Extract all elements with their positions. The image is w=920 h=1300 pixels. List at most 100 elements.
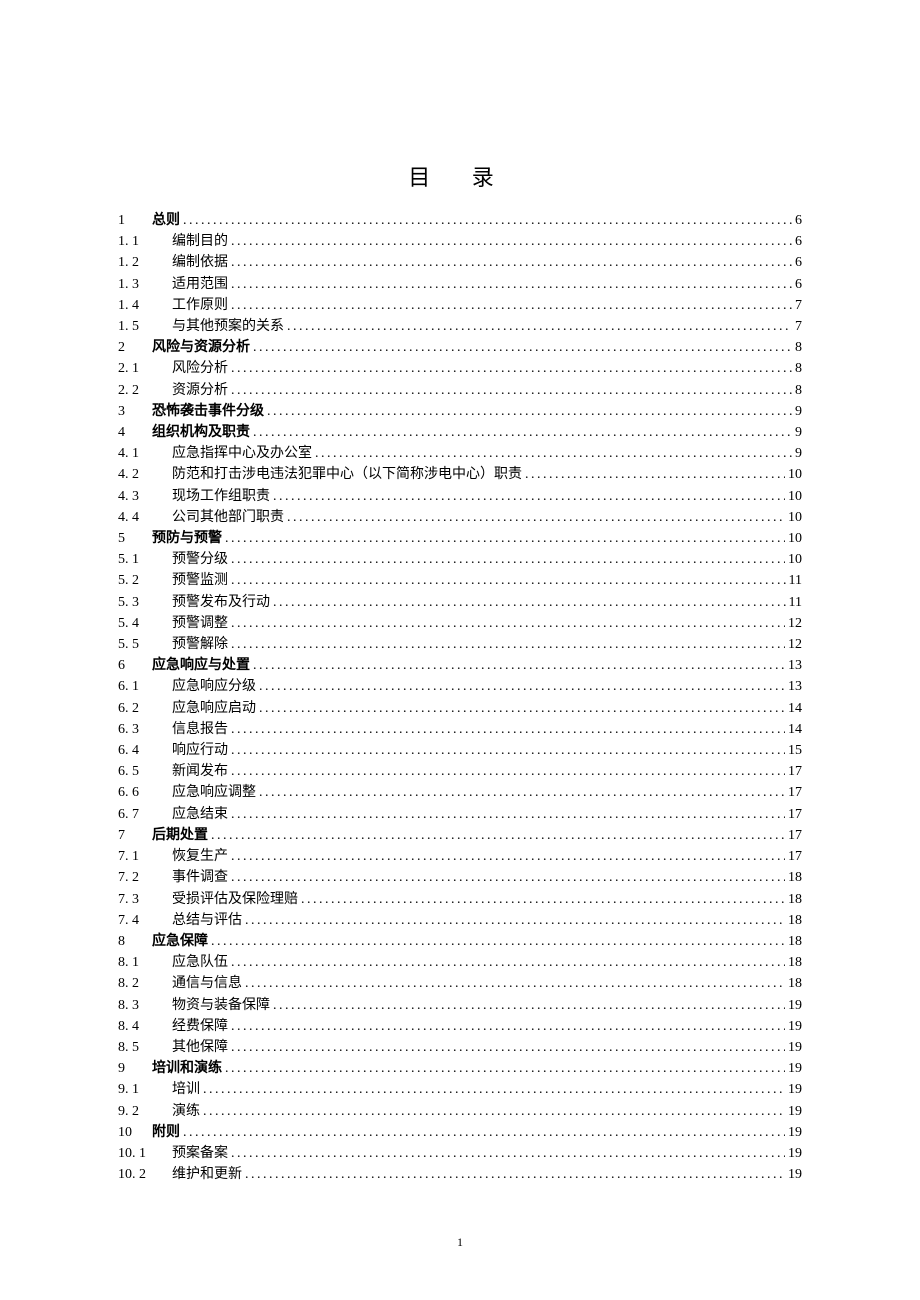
toc-entry-page: 18 [788,952,802,973]
toc-entry-number: 9 [118,1058,150,1079]
toc-leader-dots [253,337,792,358]
toc-leader-dots [231,867,785,888]
toc-entry-number: 4. 4 [118,507,166,528]
toc-entry-number: 4. 3 [118,486,166,507]
toc-entry-number: 7. 2 [118,867,166,888]
toc-entry-label: 恢复生产 [172,846,228,867]
toc-entry-label: 总则 [152,210,180,231]
toc-entry-number: 1. 3 [118,274,166,295]
toc-entry-number: 2. 2 [118,380,166,401]
toc-entry-label: 应急结束 [172,804,228,825]
toc-entry: 4. 2防范和打击涉电违法犯罪中心（以下简称涉电中心）职责10 [118,464,802,485]
toc-leader-dots [231,231,792,252]
toc-entry-label: 公司其他部门职责 [172,507,284,528]
toc-leader-dots [245,1164,785,1185]
toc-entry-page: 17 [788,761,802,782]
toc-entry: 1. 3适用范围6 [118,274,802,295]
toc-entry-number: 8. 5 [118,1037,166,1058]
toc-entry-label: 维护和更新 [172,1164,242,1185]
toc-entry: 5. 4预警调整12 [118,613,802,634]
toc-entry-page: 19 [788,995,802,1016]
toc-entry-number: 4. 1 [118,443,166,464]
toc-entry-page: 18 [788,867,802,888]
toc-entry-label: 资源分析 [172,380,228,401]
toc-entry-page: 17 [788,782,802,803]
toc-entry-label: 预案备案 [172,1143,228,1164]
toc-leader-dots [273,995,785,1016]
toc-leader-dots [301,889,785,910]
toc-leader-dots [259,698,785,719]
toc-entry: 6. 1应急响应分级13 [118,676,802,697]
toc-entry-number: 5. 2 [118,570,166,591]
toc-entry-label: 总结与评估 [172,910,242,931]
toc-leader-dots [273,486,785,507]
toc-entry-page: 8 [795,358,802,379]
toc-entry: 4. 4公司其他部门职责10 [118,507,802,528]
toc-leader-dots [287,316,792,337]
toc-leader-dots [315,443,792,464]
toc-entry: 9培训和演练19 [118,1058,802,1079]
toc-entry: 2. 2资源分析8 [118,380,802,401]
toc-leader-dots [259,676,785,697]
toc-entry-label: 预警分级 [172,549,228,570]
toc-entry-page: 6 [795,252,802,273]
toc-entry-page: 9 [795,443,802,464]
toc-entry: 10附则19 [118,1122,802,1143]
toc-entry-page: 10 [788,464,802,485]
toc-leader-dots [231,804,785,825]
toc-entry-page: 14 [788,719,802,740]
toc-entry: 4. 1应急指挥中心及办公室9 [118,443,802,464]
toc-entry-page: 11 [789,570,802,591]
toc-entry-number: 6. 5 [118,761,166,782]
toc-leader-dots [211,931,785,952]
toc-entry-label: 应急响应分级 [172,676,256,697]
toc-entry-number: 9. 2 [118,1101,166,1122]
toc-entry-number: 7 [118,825,150,846]
toc-entry-page: 7 [795,316,802,337]
toc-leader-dots [231,295,792,316]
toc-leader-dots [183,1122,785,1143]
toc-entry-page: 6 [795,210,802,231]
toc-entry: 7. 3受损评估及保险理赔18 [118,889,802,910]
toc-entry: 2风险与资源分析8 [118,337,802,358]
toc-entry-label: 适用范围 [172,274,228,295]
toc-entry-label: 工作原则 [172,295,228,316]
page-number: 1 [0,1235,920,1250]
toc-entry: 7. 1恢复生产17 [118,846,802,867]
toc-entry-page: 8 [795,337,802,358]
toc-entry-page: 13 [788,655,802,676]
toc-entry-number: 1. 2 [118,252,166,273]
toc-entry-page: 19 [788,1079,802,1100]
toc-leader-dots [253,655,785,676]
toc-entry-page: 12 [788,613,802,634]
toc-entry-number: 10 [118,1122,150,1143]
toc-entry: 6. 5新闻发布17 [118,761,802,782]
toc-entry-number: 6. 4 [118,740,166,761]
toc-entry: 6. 6应急响应调整17 [118,782,802,803]
toc-leader-dots [183,210,792,231]
toc-entry-number: 8 [118,931,150,952]
toc-entry: 8. 2通信与信息18 [118,973,802,994]
toc-entry-page: 19 [788,1101,802,1122]
toc-leader-dots [231,1037,785,1058]
toc-entry-number: 8. 1 [118,952,166,973]
toc-entry-label: 演练 [172,1101,200,1122]
toc-entry-page: 14 [788,698,802,719]
toc-entry-page: 19 [788,1122,802,1143]
toc-entry: 6应急响应与处置13 [118,655,802,676]
toc-entry-number: 8. 4 [118,1016,166,1037]
toc-leader-dots [231,613,785,634]
toc-entry-number: 7. 4 [118,910,166,931]
toc-title: 目 录 [118,160,802,192]
toc-entry-page: 10 [788,528,802,549]
toc-entry-label: 风险分析 [172,358,228,379]
toc-entry-label: 应急队伍 [172,952,228,973]
toc-entry: 6. 2应急响应启动14 [118,698,802,719]
toc-entry-page: 19 [788,1037,802,1058]
toc-entry-page: 18 [788,889,802,910]
toc-leader-dots [231,570,786,591]
toc-entry-number: 8. 2 [118,973,166,994]
toc-entry: 3恐怖袭击事件分级9 [118,401,802,422]
toc-entry-label: 其他保障 [172,1037,228,1058]
toc-entry: 5. 3预警发布及行动11 [118,592,802,613]
